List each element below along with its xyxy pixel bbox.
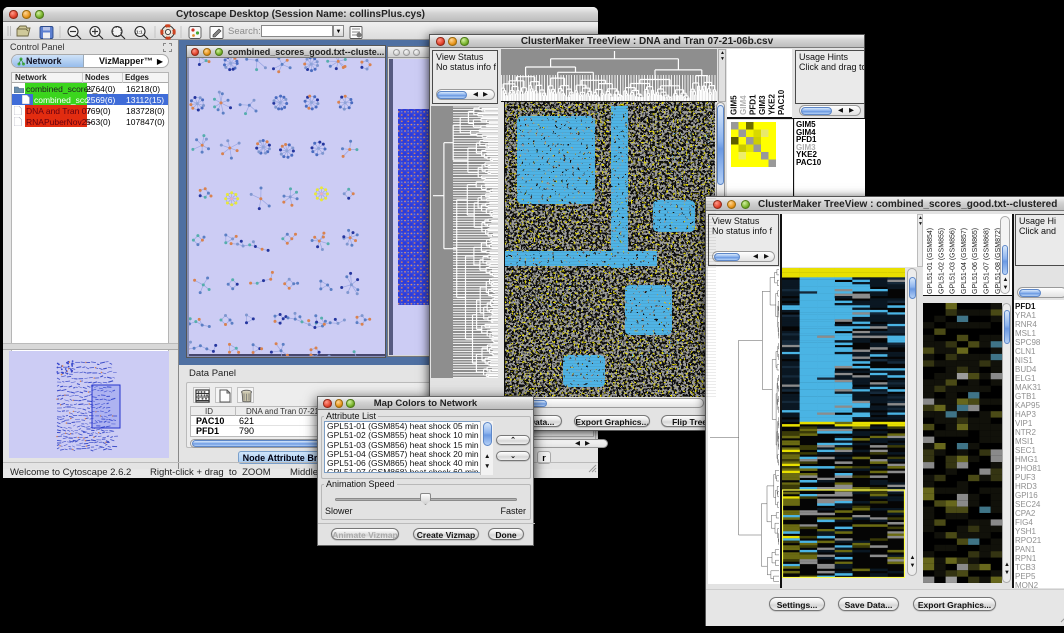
svg-text:GPL51-04 (GSM857): GPL51-04 (GSM857): [961, 228, 968, 294]
svg-text:GPL51-07 (GSM868): GPL51-07 (GSM868): [984, 228, 991, 294]
svg-text:YKE2: YKE2: [768, 94, 777, 115]
svg-text:GIM5: GIM5: [730, 95, 739, 115]
svg-text:PAC10: PAC10: [777, 89, 786, 115]
svg-text:GIM3: GIM3: [758, 95, 767, 115]
svg-text:GPL51-03 (GSM856): GPL51-03 (GSM856): [950, 228, 957, 294]
svg-text:1:1: 1:1: [136, 30, 143, 35]
svg-text:PFD1: PFD1: [749, 94, 758, 115]
svg-text:GPL51-06 (GSM865): GPL51-06 (GSM865): [972, 228, 979, 294]
svg-text:GIM4: GIM4: [739, 95, 748, 115]
svg-text:GPL51-02 (GSM855): GPL51-02 (GSM855): [938, 228, 945, 294]
svg-text:GPL51-01 (GSM854): GPL51-01 (GSM854): [927, 228, 934, 294]
